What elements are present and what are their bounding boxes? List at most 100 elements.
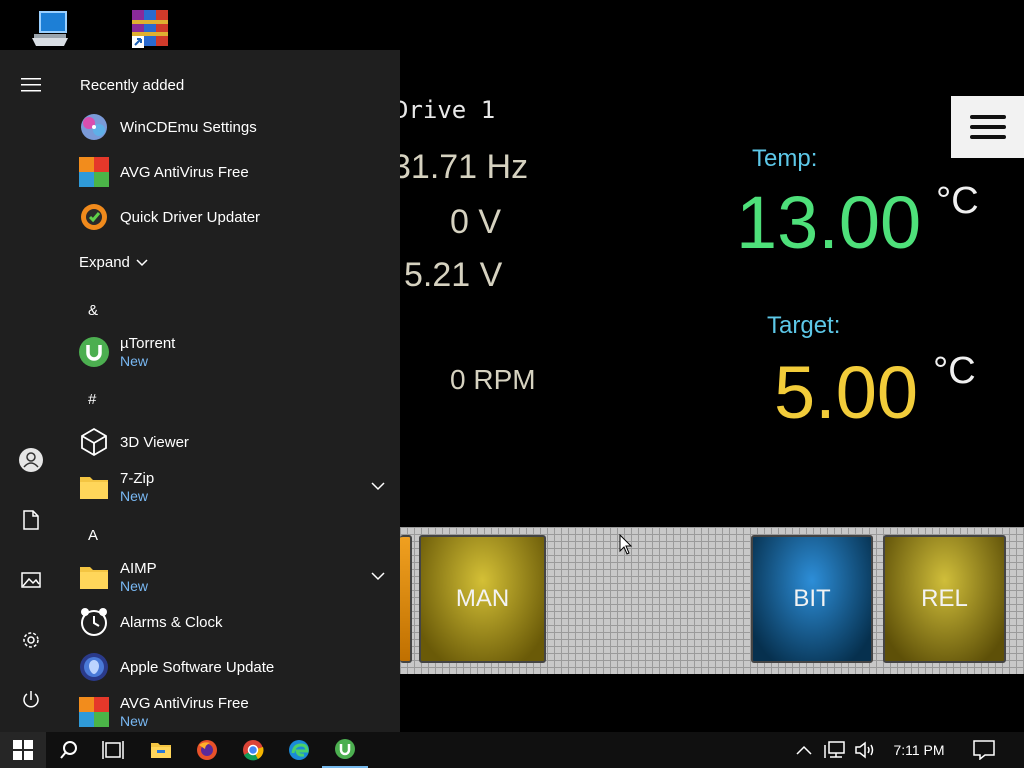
- chevron-down-icon[interactable]: [368, 476, 388, 496]
- folder-icon: [78, 471, 110, 503]
- temp-label: Temp:: [752, 145, 818, 172]
- hamburger-icon[interactable]: [11, 65, 51, 105]
- temp-value: 13.00: [736, 181, 922, 264]
- 3d-viewer-icon: [78, 426, 110, 458]
- start-menu: Recently added WinCDEmu Settings AVG Ant…: [0, 50, 400, 732]
- search-icon: [60, 741, 77, 759]
- search-button[interactable]: [46, 732, 92, 768]
- new-badge: New: [120, 488, 149, 504]
- app-item-utorrent[interactable]: µTorrent New: [78, 331, 388, 373]
- new-badge: New: [120, 578, 149, 594]
- temperature-controller-app: Drive 1 31.71 Hz 0 V 5.21 V 0 RPM Temp: …: [400, 50, 1024, 732]
- volume-icon: [855, 741, 874, 759]
- frequency-reading: 31.71 Hz: [400, 148, 529, 186]
- app-name: WinCDEmu Settings: [120, 118, 257, 136]
- network-button[interactable]: [822, 732, 848, 768]
- voltage-reading-1: 0 V: [450, 203, 502, 241]
- utorrent-icon: [335, 739, 355, 759]
- temp-unit: °C: [936, 180, 979, 222]
- apple-software-update-icon: [78, 651, 110, 683]
- edge-button[interactable]: [276, 732, 322, 768]
- documents-icon[interactable]: [11, 500, 51, 540]
- task-view-button[interactable]: [90, 732, 136, 768]
- network-icon: [824, 741, 845, 758]
- windows-start-button[interactable]: [0, 732, 46, 768]
- volume-button[interactable]: [852, 732, 878, 768]
- section-header-a[interactable]: A: [88, 527, 98, 544]
- app-menu-button[interactable]: [951, 96, 1024, 158]
- orange-control-button[interactable]: [400, 535, 412, 663]
- target-unit: °C: [933, 350, 976, 392]
- app-item-apple-software-update[interactable]: Apple Software Update: [78, 646, 388, 688]
- app-name: Alarms & Clock: [120, 613, 223, 631]
- drive-title: Drive 1: [400, 96, 496, 124]
- task-view-icon: [102, 741, 124, 759]
- app-item-avg-antivirus-free[interactable]: AVG AntiVirus Free New: [78, 691, 388, 732]
- user-icon[interactable]: [11, 440, 51, 480]
- edge-icon: [289, 740, 309, 760]
- app-item-alarms-clock[interactable]: Alarms & Clock: [78, 601, 388, 643]
- app-name: AVG AntiVirus Free: [120, 163, 249, 181]
- app-item-quick-driver-updater[interactable]: Quick Driver Updater: [78, 196, 388, 238]
- rel-button[interactable]: REL: [883, 535, 1006, 663]
- this-pc-desktop-icon[interactable]: [28, 6, 72, 50]
- firefox-icon: [197, 740, 217, 760]
- app-item-7-zip[interactable]: 7-Zip New: [78, 466, 388, 508]
- man-button[interactable]: MAN: [419, 535, 546, 663]
- alarm-clock-icon: [78, 606, 110, 638]
- app-name: 3D Viewer: [120, 433, 189, 451]
- app-name: Apple Software Update: [120, 658, 275, 676]
- show-hidden-icons-button[interactable]: [792, 732, 816, 768]
- expand-label: Expand: [79, 254, 130, 271]
- file-explorer-button[interactable]: [138, 732, 184, 768]
- section-header-hash[interactable]: #: [88, 391, 96, 408]
- hamburger-icon: [969, 109, 1006, 145]
- chrome-button[interactable]: [230, 732, 276, 768]
- chevron-down-icon: [136, 258, 148, 266]
- new-badge: New: [120, 353, 149, 369]
- file-explorer-icon: [151, 743, 171, 758]
- winrar-desktop-icon[interactable]: [128, 6, 172, 50]
- folder-icon: [78, 561, 110, 593]
- target-label: Target:: [767, 312, 841, 339]
- app-name: µTorrent: [120, 335, 176, 352]
- quick-driver-updater-icon: [78, 201, 110, 233]
- app-item-wincdemu-settings[interactable]: WinCDEmu Settings: [78, 106, 388, 148]
- clock[interactable]: 7:11 PM: [884, 732, 954, 768]
- utorrent-taskbar-button[interactable]: [322, 732, 368, 768]
- notifications-button[interactable]: [968, 732, 1000, 768]
- bit-button[interactable]: BIT: [751, 535, 873, 663]
- section-header-ampersand[interactable]: &: [88, 302, 98, 319]
- firefox-button[interactable]: [184, 732, 230, 768]
- pictures-icon[interactable]: [11, 560, 51, 600]
- settings-icon[interactable]: [11, 620, 51, 660]
- power-icon[interactable]: [11, 680, 51, 720]
- screen: Drive 1 31.71 Hz 0 V 5.21 V 0 RPM Temp: …: [0, 0, 1024, 768]
- notifications-icon: [973, 740, 995, 760]
- expand-button[interactable]: Expand: [79, 254, 148, 271]
- avg-icon: [78, 696, 110, 728]
- rpm-reading: 0 RPM: [450, 364, 536, 395]
- app-name: Quick Driver Updater: [120, 208, 261, 226]
- app-name: AVG AntiVirus Free: [120, 695, 249, 712]
- app-item-aimp[interactable]: AIMP New: [78, 556, 388, 598]
- app-item-3d-viewer[interactable]: 3D Viewer: [78, 421, 388, 463]
- windows-start-icon: [13, 740, 33, 760]
- app-item-avg-antivirus-free-recent[interactable]: AVG AntiVirus Free: [78, 151, 388, 193]
- avg-icon: [78, 156, 110, 188]
- recently-added-header: Recently added: [80, 77, 185, 94]
- app-name: AIMP: [120, 560, 157, 577]
- target-value: 5.00: [774, 351, 919, 434]
- control-button-panel: MAN BIT REL: [400, 527, 1024, 674]
- taskbar: 7:11 PM: [0, 732, 1024, 768]
- voltage-reading-2: 5.21 V: [404, 256, 503, 294]
- new-badge: New: [120, 713, 149, 729]
- utorrent-icon: [78, 336, 110, 368]
- start-menu-rail: [0, 50, 62, 732]
- wincdemu-icon: [78, 111, 110, 143]
- app-name: 7-Zip: [120, 470, 155, 487]
- chevron-down-icon[interactable]: [368, 566, 388, 586]
- chrome-icon: [243, 740, 264, 761]
- start-app-list: Recently added WinCDEmu Settings AVG Ant…: [62, 50, 400, 732]
- chevron-up-icon: [796, 745, 812, 755]
